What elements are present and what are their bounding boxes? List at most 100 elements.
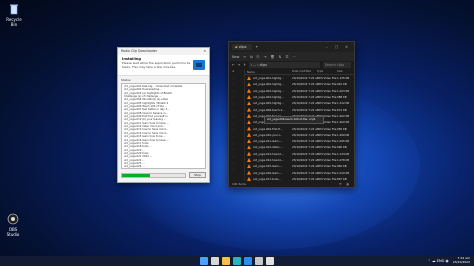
file-type: MP4 Video File (V... [317, 145, 337, 150]
nav-item[interactable]: 🗀 [229, 115, 244, 122]
tray-icons[interactable]: ⌃ ☁ ENG ◉ [428, 259, 449, 263]
clock[interactable]: 7:22 am 23/10/2022 [453, 256, 470, 264]
file-size: 1,010 KB [337, 170, 350, 175]
progress-fill [122, 173, 151, 177]
file-name-cell: vid_yoga-016-learn-... [245, 170, 292, 175]
recycle-bin-desktop-icon[interactable]: Recycle Bin [3, 3, 25, 27]
vlc-file-icon [247, 164, 251, 169]
file-type: MP4 Video File (V... [317, 76, 337, 81]
back-icon[interactable]: ← [232, 63, 235, 67]
file-name-cell: vid_yoga-001-highlig... [245, 76, 292, 81]
start-taskbar-icon[interactable] [200, 257, 208, 265]
app2-taskbar-icon[interactable] [266, 257, 274, 265]
toolbar-item[interactable]: ··· [292, 55, 295, 59]
toolbar-item[interactable]: ✂ [243, 55, 246, 59]
app-taskbar-icon[interactable] [255, 257, 263, 265]
install-log[interactable]: vid_yoga-001-feel-big-... Download compl… [121, 83, 206, 169]
file-type: MP4 Video File (V... [317, 151, 337, 156]
toolbar-item[interactable]: New [232, 55, 239, 59]
file-size: 990 KB [337, 145, 347, 150]
file-size: 1,312 KB [337, 101, 350, 106]
file-date: 23/10/2022 7:22 am [292, 151, 317, 156]
nav-item[interactable]: 🗀 [229, 122, 244, 129]
file-date: 23/10/2022 7:22 am [292, 82, 317, 87]
nav-item[interactable]: 🗀 [229, 161, 244, 168]
search-taskbar-icon[interactable] [211, 257, 219, 265]
file-type: MP4 Video File (V... [317, 101, 337, 106]
file-type: MP4 Video File (V... [317, 164, 337, 169]
file-date: 23/10/2022 7:22 am [292, 164, 317, 169]
nav-item[interactable]: 🗀 [229, 128, 244, 135]
edge-taskbar-icon[interactable] [233, 257, 241, 265]
file-name: vid_yoga-014-how-to... [253, 158, 284, 162]
toolbar-item[interactable]: ⇥ [263, 55, 266, 59]
address-bar[interactable]: › ... › clips [249, 62, 320, 68]
file-name-cell: vid_yoga-004-highlig... [245, 95, 292, 100]
address-row: ← → ↑ › ... › clips Search clips [229, 61, 354, 69]
view-toggle-icons[interactable]: ☰ ▦ [339, 182, 351, 186]
tab-clips[interactable]: ▰ clips [232, 44, 253, 50]
recycle-bin-icon [8, 3, 20, 15]
up-icon[interactable]: ↑ [243, 63, 246, 67]
nav-item[interactable]: 🗀 [229, 82, 244, 89]
installer-window[interactable]: Radio Clip Downloader ✕ Installing Pleas… [117, 47, 210, 183]
vlc-file-icon [247, 82, 251, 87]
toolbar-item[interactable]: 🗑 [270, 55, 274, 59]
vlc-file-icon [247, 158, 251, 162]
explorer-statusbar: 100 items ☰ ▦ [229, 181, 354, 187]
file-type: MP4 Video File (V... [317, 170, 337, 175]
file-date: 23/10/2022 7:22 am [292, 76, 317, 81]
vscode-taskbar-icon[interactable] [244, 257, 252, 265]
file-name: vid_yoga-006-teach-1... [253, 107, 285, 112]
close-icon[interactable]: ✕ [203, 49, 206, 54]
nav-item[interactable]: ★ [229, 69, 244, 76]
file-name-cell: vid_yoga-009-first-fi... [245, 126, 292, 131]
toolbar-item[interactable]: ⇅ [279, 55, 282, 59]
file-explorer-window[interactable]: ▰ clips + – ▢ ✕ New ✂ ⧉ ⎘ ⇥ 🗑 ⇅ ☰ ··· ← → ↑ › ..… [228, 41, 355, 188]
file-date: 23/10/2022 7:22 am [292, 107, 317, 112]
window-controls[interactable]: – ▢ ✕ [326, 45, 351, 49]
forward-icon[interactable]: → [238, 63, 241, 67]
status-label: Status [121, 78, 131, 82]
file-date: 23/10/2022 7:22 am [292, 145, 317, 150]
nav-item[interactable]: 🗀 [229, 102, 244, 109]
file-type: MP4 Video File (V... [317, 158, 337, 162]
nav-item[interactable]: 🗀 [229, 95, 244, 102]
installer-titlebar[interactable]: Radio Clip Downloader ✕ [118, 48, 209, 55]
stop-button[interactable]: Stop [189, 172, 206, 178]
file-explorer-taskbar-icon[interactable] [222, 257, 230, 265]
vlc-file-icon [247, 151, 251, 156]
column-type[interactable]: Type [317, 69, 337, 74]
file-type: MP4 Video File (V... [317, 126, 337, 131]
nav-item[interactable]: 🗀 [229, 155, 244, 162]
file-size: 922 KB [337, 82, 347, 87]
toolbar-item[interactable]: ⎘ [257, 55, 260, 59]
nav-item[interactable]: 🗀 [229, 109, 244, 116]
nav-item[interactable]: 🗀 [229, 142, 244, 149]
file-size: 1,045 KB [337, 139, 350, 144]
explorer-tabbar[interactable]: ▰ clips + – ▢ ✕ [229, 42, 354, 52]
toolbar-item[interactable]: ⧉ [250, 55, 252, 59]
file-name-cell: vid_yoga-011-learn-... [245, 139, 292, 144]
nav-item[interactable]: 🗀 [229, 135, 244, 142]
file-size: 1,134 KB [337, 151, 350, 156]
installer-title: Radio Clip Downloader [121, 49, 158, 53]
toolbar-item[interactable]: ☰ [285, 55, 288, 59]
column-name[interactable]: Name [245, 69, 292, 74]
vlc-file-icon [247, 126, 251, 131]
new-tab-icon[interactable]: + [255, 45, 258, 49]
column-size[interactable]: Size [337, 69, 351, 74]
search-input[interactable]: Search clips [323, 62, 351, 68]
vlc-file-icon [247, 107, 251, 112]
obs-studio-desktop-icon[interactable]: OBS Studio [2, 213, 24, 237]
nav-item[interactable]: 🗀 [229, 76, 244, 83]
nav-item[interactable]: 🗀 [229, 148, 244, 155]
nav-item[interactable]: 🗀 [229, 168, 244, 175]
file-name-cell: vid_yoga-006-teach-1... [245, 107, 292, 112]
vlc-file-icon [247, 95, 251, 100]
vlc-file-icon [247, 120, 251, 125]
file-name: vid_yoga-012-listen-... [253, 145, 283, 150]
column-date[interactable]: Date modified [292, 69, 317, 74]
file-name-cell: vid_yoga-012-listen-... [245, 145, 292, 150]
nav-item[interactable]: 🗀 [229, 89, 244, 96]
